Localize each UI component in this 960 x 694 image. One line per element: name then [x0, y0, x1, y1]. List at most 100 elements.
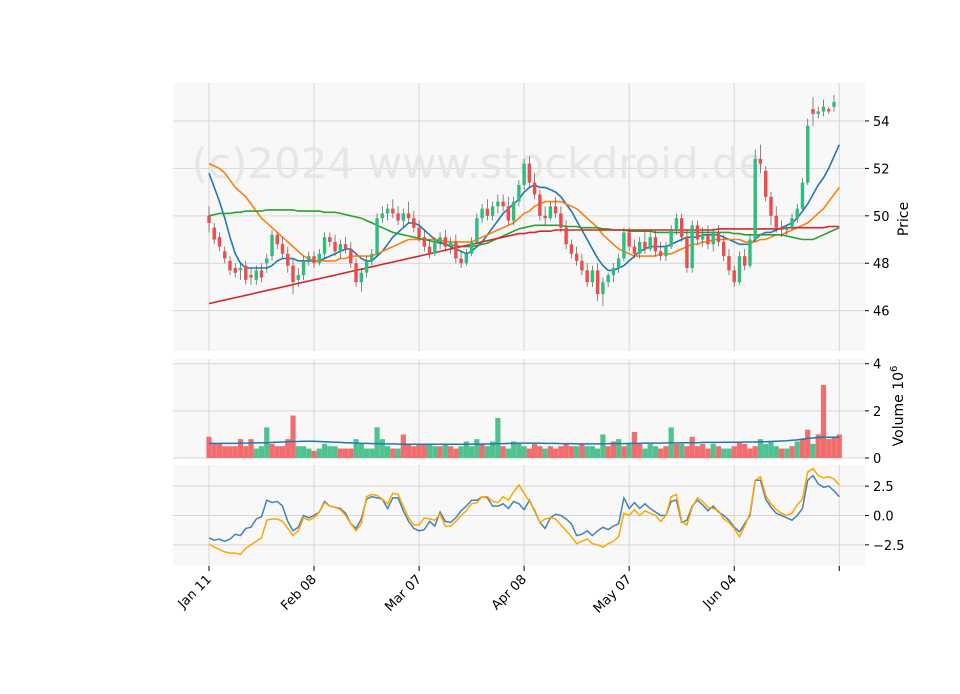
candle-body — [653, 237, 658, 252]
candle-body — [753, 158, 757, 240]
volume-bar — [416, 443, 422, 458]
candle-body — [490, 206, 495, 216]
volume-axis-label: Volume 106 — [889, 366, 907, 447]
volume-bar — [316, 448, 322, 458]
volume-bar — [715, 446, 722, 458]
volume-bar — [253, 448, 259, 458]
volume-bar — [826, 439, 832, 458]
candle-body — [212, 227, 216, 240]
candle-body — [265, 258, 269, 264]
volume-bar — [516, 443, 522, 458]
volume-bar — [831, 436, 837, 458]
candle-body — [816, 111, 820, 114]
candle-body — [223, 251, 227, 259]
candle-body — [758, 158, 763, 164]
price-axis-tick-label: 50 — [873, 210, 890, 225]
candle-body — [443, 237, 448, 247]
candle-body — [427, 246, 432, 254]
volume-bar — [390, 448, 396, 458]
candle-body — [543, 215, 547, 219]
candle-body — [469, 241, 474, 254]
candle-body — [328, 237, 332, 242]
candle-body — [296, 275, 300, 280]
candle-body — [679, 218, 684, 238]
candle-body — [779, 227, 784, 231]
candle-body — [322, 237, 327, 254]
candle-body — [511, 201, 516, 221]
volume-bar — [358, 443, 364, 458]
candle-body — [496, 201, 500, 207]
volume-bar — [269, 443, 275, 458]
volume-bar — [773, 446, 779, 458]
volume-bar — [311, 450, 317, 458]
candle-body — [359, 272, 364, 283]
volume-bar — [211, 443, 217, 458]
candle-body — [664, 246, 668, 257]
candle-body — [795, 208, 799, 219]
volume-bar — [295, 446, 301, 458]
candle-body — [606, 275, 610, 283]
candle-body — [438, 237, 442, 242]
volume-bar — [274, 446, 280, 458]
volume-bar — [405, 443, 412, 458]
volume-bar — [348, 448, 354, 458]
candle-body — [448, 241, 453, 247]
candle-body — [254, 270, 258, 280]
volume-bar — [500, 446, 506, 458]
volume-bar — [222, 446, 228, 458]
volume-bar — [605, 446, 611, 458]
candle-body — [669, 230, 673, 247]
volume-bar — [684, 446, 690, 458]
x-axis-tick-label: Apr 08 — [489, 572, 530, 613]
candle-body — [238, 267, 243, 271]
volume-bar — [705, 448, 711, 458]
candle-body — [627, 232, 631, 247]
candle-body — [301, 260, 306, 276]
candle-body — [637, 241, 642, 254]
candle-body — [370, 253, 374, 261]
volume-bar — [337, 448, 343, 458]
candle-body — [506, 206, 511, 221]
candle-body — [574, 253, 579, 261]
volume-bar — [658, 448, 664, 458]
candle-body — [716, 232, 721, 242]
candle-body — [259, 270, 264, 278]
candle-body — [743, 256, 747, 266]
volume-bar — [300, 446, 307, 458]
volume-bar — [726, 448, 732, 458]
candle-body — [217, 237, 222, 247]
candle-body — [764, 170, 768, 197]
volume-bar — [752, 446, 758, 458]
price-axis-tick-label: 46 — [873, 305, 890, 320]
candle-body — [501, 201, 505, 207]
candle — [800, 177, 805, 212]
volume-bar — [789, 446, 795, 458]
volume-bar — [369, 448, 375, 458]
volume-bar — [558, 446, 564, 458]
volume-bar — [579, 443, 585, 458]
volume-bar — [363, 448, 370, 458]
stock-chart: (c)2024 www.stockdroid.de 46 48 50 52 54 0 2 4 2… — [0, 0, 960, 690]
candle-body — [249, 275, 253, 278]
candle-body — [391, 208, 395, 214]
volume-bar — [810, 443, 816, 458]
volume-bar — [784, 448, 790, 458]
candle-body — [291, 265, 295, 283]
volume-bar — [563, 443, 569, 458]
volume-bar — [469, 446, 475, 458]
volume-bar — [342, 448, 349, 458]
x-axis-tick-label: Jun 04 — [700, 572, 740, 612]
volume-bar — [710, 443, 716, 458]
volume-bar — [595, 448, 601, 458]
candle-body — [569, 244, 574, 254]
volume-bar — [721, 448, 727, 458]
candle-body — [538, 194, 542, 216]
volume-bar — [652, 446, 659, 458]
volume-bar — [332, 446, 338, 458]
candle — [753, 149, 757, 242]
candle-body — [244, 265, 248, 280]
candle — [375, 213, 379, 257]
volume-bar — [694, 446, 701, 458]
candle-body — [233, 267, 237, 273]
candle-body — [585, 270, 589, 283]
